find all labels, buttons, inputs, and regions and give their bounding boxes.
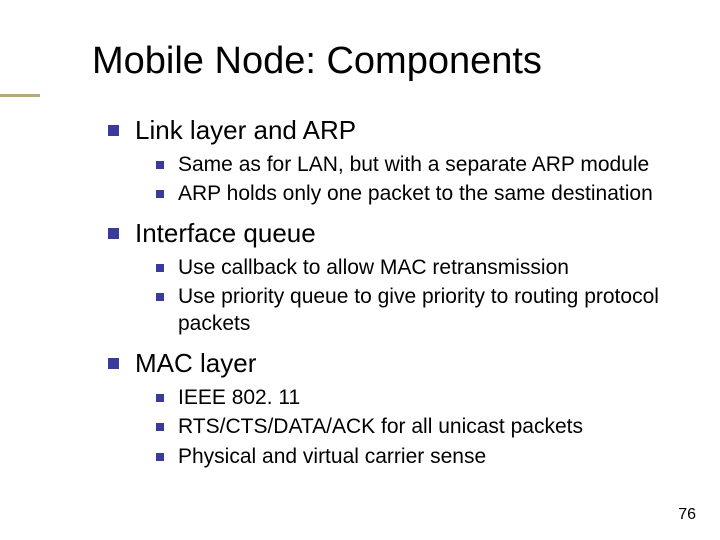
list-item: Use priority queue to give priority to r… [156,283,680,338]
item-text: Use priority queue to give priority to r… [178,283,680,338]
heading-text: Interface queue [135,217,316,250]
slide: Mobile Node: Components Link layer and A… [0,0,720,540]
item-text: Use callback to allow MAC retransmission [178,254,569,281]
list-item: IEEE 802. 11 [156,384,680,411]
square-bullet-icon [156,423,164,431]
item-text: Physical and virtual carrier sense [178,443,486,470]
square-bullet-icon [156,190,164,198]
slide-title: Mobile Node: Components [92,40,542,83]
section-items: Same as for LAN, but with a separate ARP… [156,151,680,208]
list-item: Use callback to allow MAC retransmission [156,254,680,281]
item-text: IEEE 802. 11 [178,384,300,411]
square-bullet-icon [156,453,164,461]
item-text: ARP holds only one packet to the same de… [178,180,653,207]
square-bullet-icon [156,161,164,169]
section-heading: Interface queue [108,217,680,250]
slide-body: Link layer and ARP Same as for LAN, but … [108,108,680,480]
heading-text: MAC layer [135,347,256,380]
item-text: Same as for LAN, but with a separate ARP… [178,151,649,178]
section-items: IEEE 802. 11 RTS/CTS/DATA/ACK for all un… [156,384,680,470]
section-heading: MAC layer [108,347,680,380]
item-text: RTS/CTS/DATA/ACK for all unicast packets [178,413,583,440]
section-heading: Link layer and ARP [108,114,680,147]
square-bullet-icon [108,228,119,239]
section-items: Use callback to allow MAC retransmission… [156,254,680,338]
list-item: RTS/CTS/DATA/ACK for all unicast packets [156,413,680,440]
square-bullet-icon [156,264,164,272]
square-bullet-icon [108,125,119,136]
square-bullet-icon [156,293,164,301]
list-item: ARP holds only one packet to the same de… [156,180,680,207]
heading-text: Link layer and ARP [135,114,356,147]
accent-line [0,94,40,97]
list-item: Physical and virtual carrier sense [156,443,680,470]
square-bullet-icon [156,394,164,402]
list-item: Same as for LAN, but with a separate ARP… [156,151,680,178]
square-bullet-icon [108,358,119,369]
page-number: 76 [678,506,696,524]
